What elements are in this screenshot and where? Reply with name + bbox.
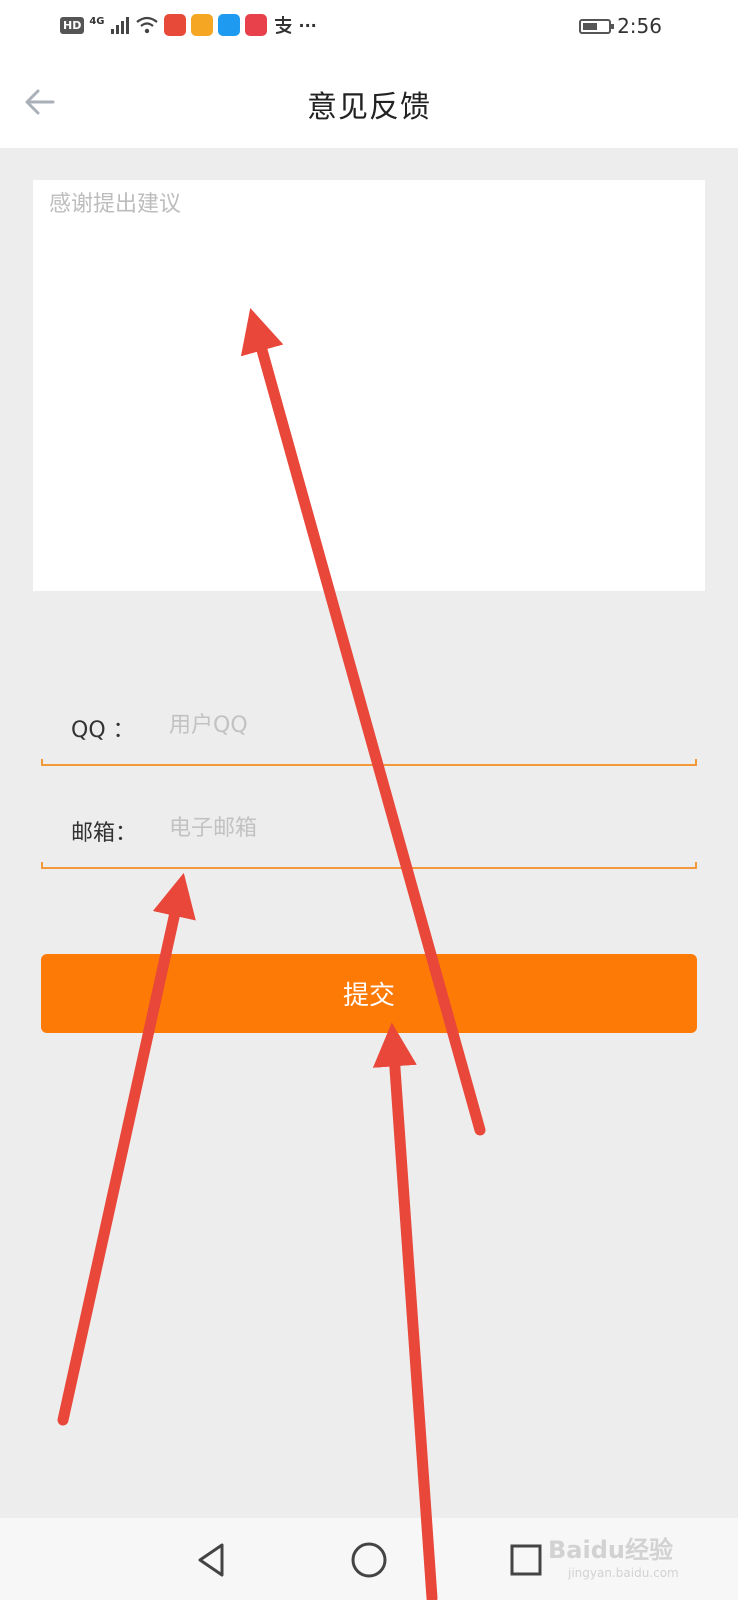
nav-back-button[interactable] bbox=[190, 1538, 234, 1582]
circle-home-icon bbox=[351, 1542, 387, 1578]
email-underline bbox=[41, 862, 697, 869]
submit-button[interactable]: 提交 bbox=[41, 954, 697, 1033]
battery-icon bbox=[579, 18, 615, 34]
hd-badge: HD bbox=[60, 16, 85, 34]
app-shop-icon bbox=[244, 14, 267, 36]
app-search-icon bbox=[217, 14, 240, 36]
top-app-bar: 意见反馈 bbox=[0, 56, 738, 148]
status-left: HD 4G ··· bbox=[60, 14, 317, 36]
watermark-text: Baidu经验 bbox=[548, 1536, 673, 1564]
watermark-url: jingyan.baidu.com bbox=[568, 1566, 679, 1580]
clock: 2:56 bbox=[617, 14, 662, 38]
wifi-icon bbox=[135, 16, 158, 34]
qq-underline bbox=[41, 759, 697, 766]
network-type-label: 4G bbox=[89, 15, 105, 27]
email-label: 邮箱： bbox=[71, 821, 138, 846]
status-right: 2:56 bbox=[579, 14, 662, 38]
baidu-watermark: Baidu经验 jingyan.baidu.com bbox=[548, 1530, 698, 1590]
qq-input[interactable] bbox=[167, 702, 671, 748]
feedback-textarea[interactable] bbox=[33, 180, 705, 591]
square-recents-icon bbox=[510, 1544, 542, 1576]
nav-home-button[interactable] bbox=[347, 1538, 391, 1582]
page-title: 意见反馈 bbox=[307, 90, 431, 125]
more-notifications: ··· bbox=[298, 15, 317, 35]
arrow-to-submit bbox=[372, 1022, 438, 1600]
app-game-icon bbox=[190, 14, 213, 36]
email-input[interactable] bbox=[167, 805, 671, 851]
battery-level bbox=[583, 22, 598, 30]
qq-field-row: QQ ： bbox=[41, 690, 697, 766]
nav-recents-button[interactable] bbox=[504, 1538, 548, 1582]
email-field-row: 邮箱： bbox=[41, 793, 697, 869]
alipay-icon bbox=[274, 16, 292, 34]
status-bar: HD 4G ··· 2:56 bbox=[0, 0, 738, 56]
qq-label: QQ ： bbox=[71, 718, 135, 743]
signal-icon bbox=[110, 17, 129, 34]
triangle-back-icon bbox=[198, 1543, 224, 1577]
app-news-icon bbox=[163, 14, 186, 36]
